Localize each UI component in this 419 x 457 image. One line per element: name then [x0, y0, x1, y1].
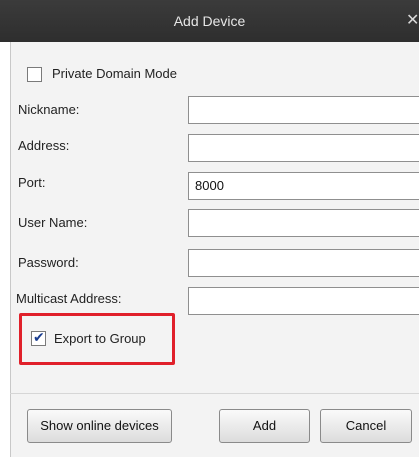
- cancel-button[interactable]: Cancel: [320, 409, 412, 443]
- export-group-label: Export to Group: [54, 331, 146, 346]
- password-field[interactable]: [188, 249, 419, 277]
- port-field[interactable]: 8000: [188, 172, 419, 200]
- export-group-checkbox[interactable]: ✔: [31, 330, 46, 346]
- dialog-title: Add Device: [173, 13, 246, 29]
- password-label: Password:: [18, 255, 79, 270]
- nickname-field[interactable]: [188, 96, 419, 124]
- private-domain-label: Private Domain Mode: [52, 66, 177, 81]
- show-online-devices-button[interactable]: Show online devices: [27, 409, 172, 443]
- username-field[interactable]: [188, 209, 419, 237]
- private-domain-checkbox[interactable]: [27, 67, 42, 82]
- username-label: User Name:: [18, 215, 88, 230]
- address-field[interactable]: [188, 134, 419, 162]
- close-icon[interactable]: ✕: [406, 0, 419, 42]
- multicast-address-label: Multicast Address:: [16, 291, 122, 306]
- nickname-label: Nickname:: [18, 102, 80, 117]
- add-button[interactable]: Add: [219, 409, 310, 443]
- dialog-titlebar: Add Device ✕: [0, 0, 419, 42]
- address-label: Address:: [18, 138, 70, 153]
- button-divider: [10, 393, 419, 394]
- port-label: Port:: [18, 175, 46, 190]
- multicast-address-field[interactable]: [188, 287, 419, 315]
- checkmark-icon: ✔: [33, 330, 45, 346]
